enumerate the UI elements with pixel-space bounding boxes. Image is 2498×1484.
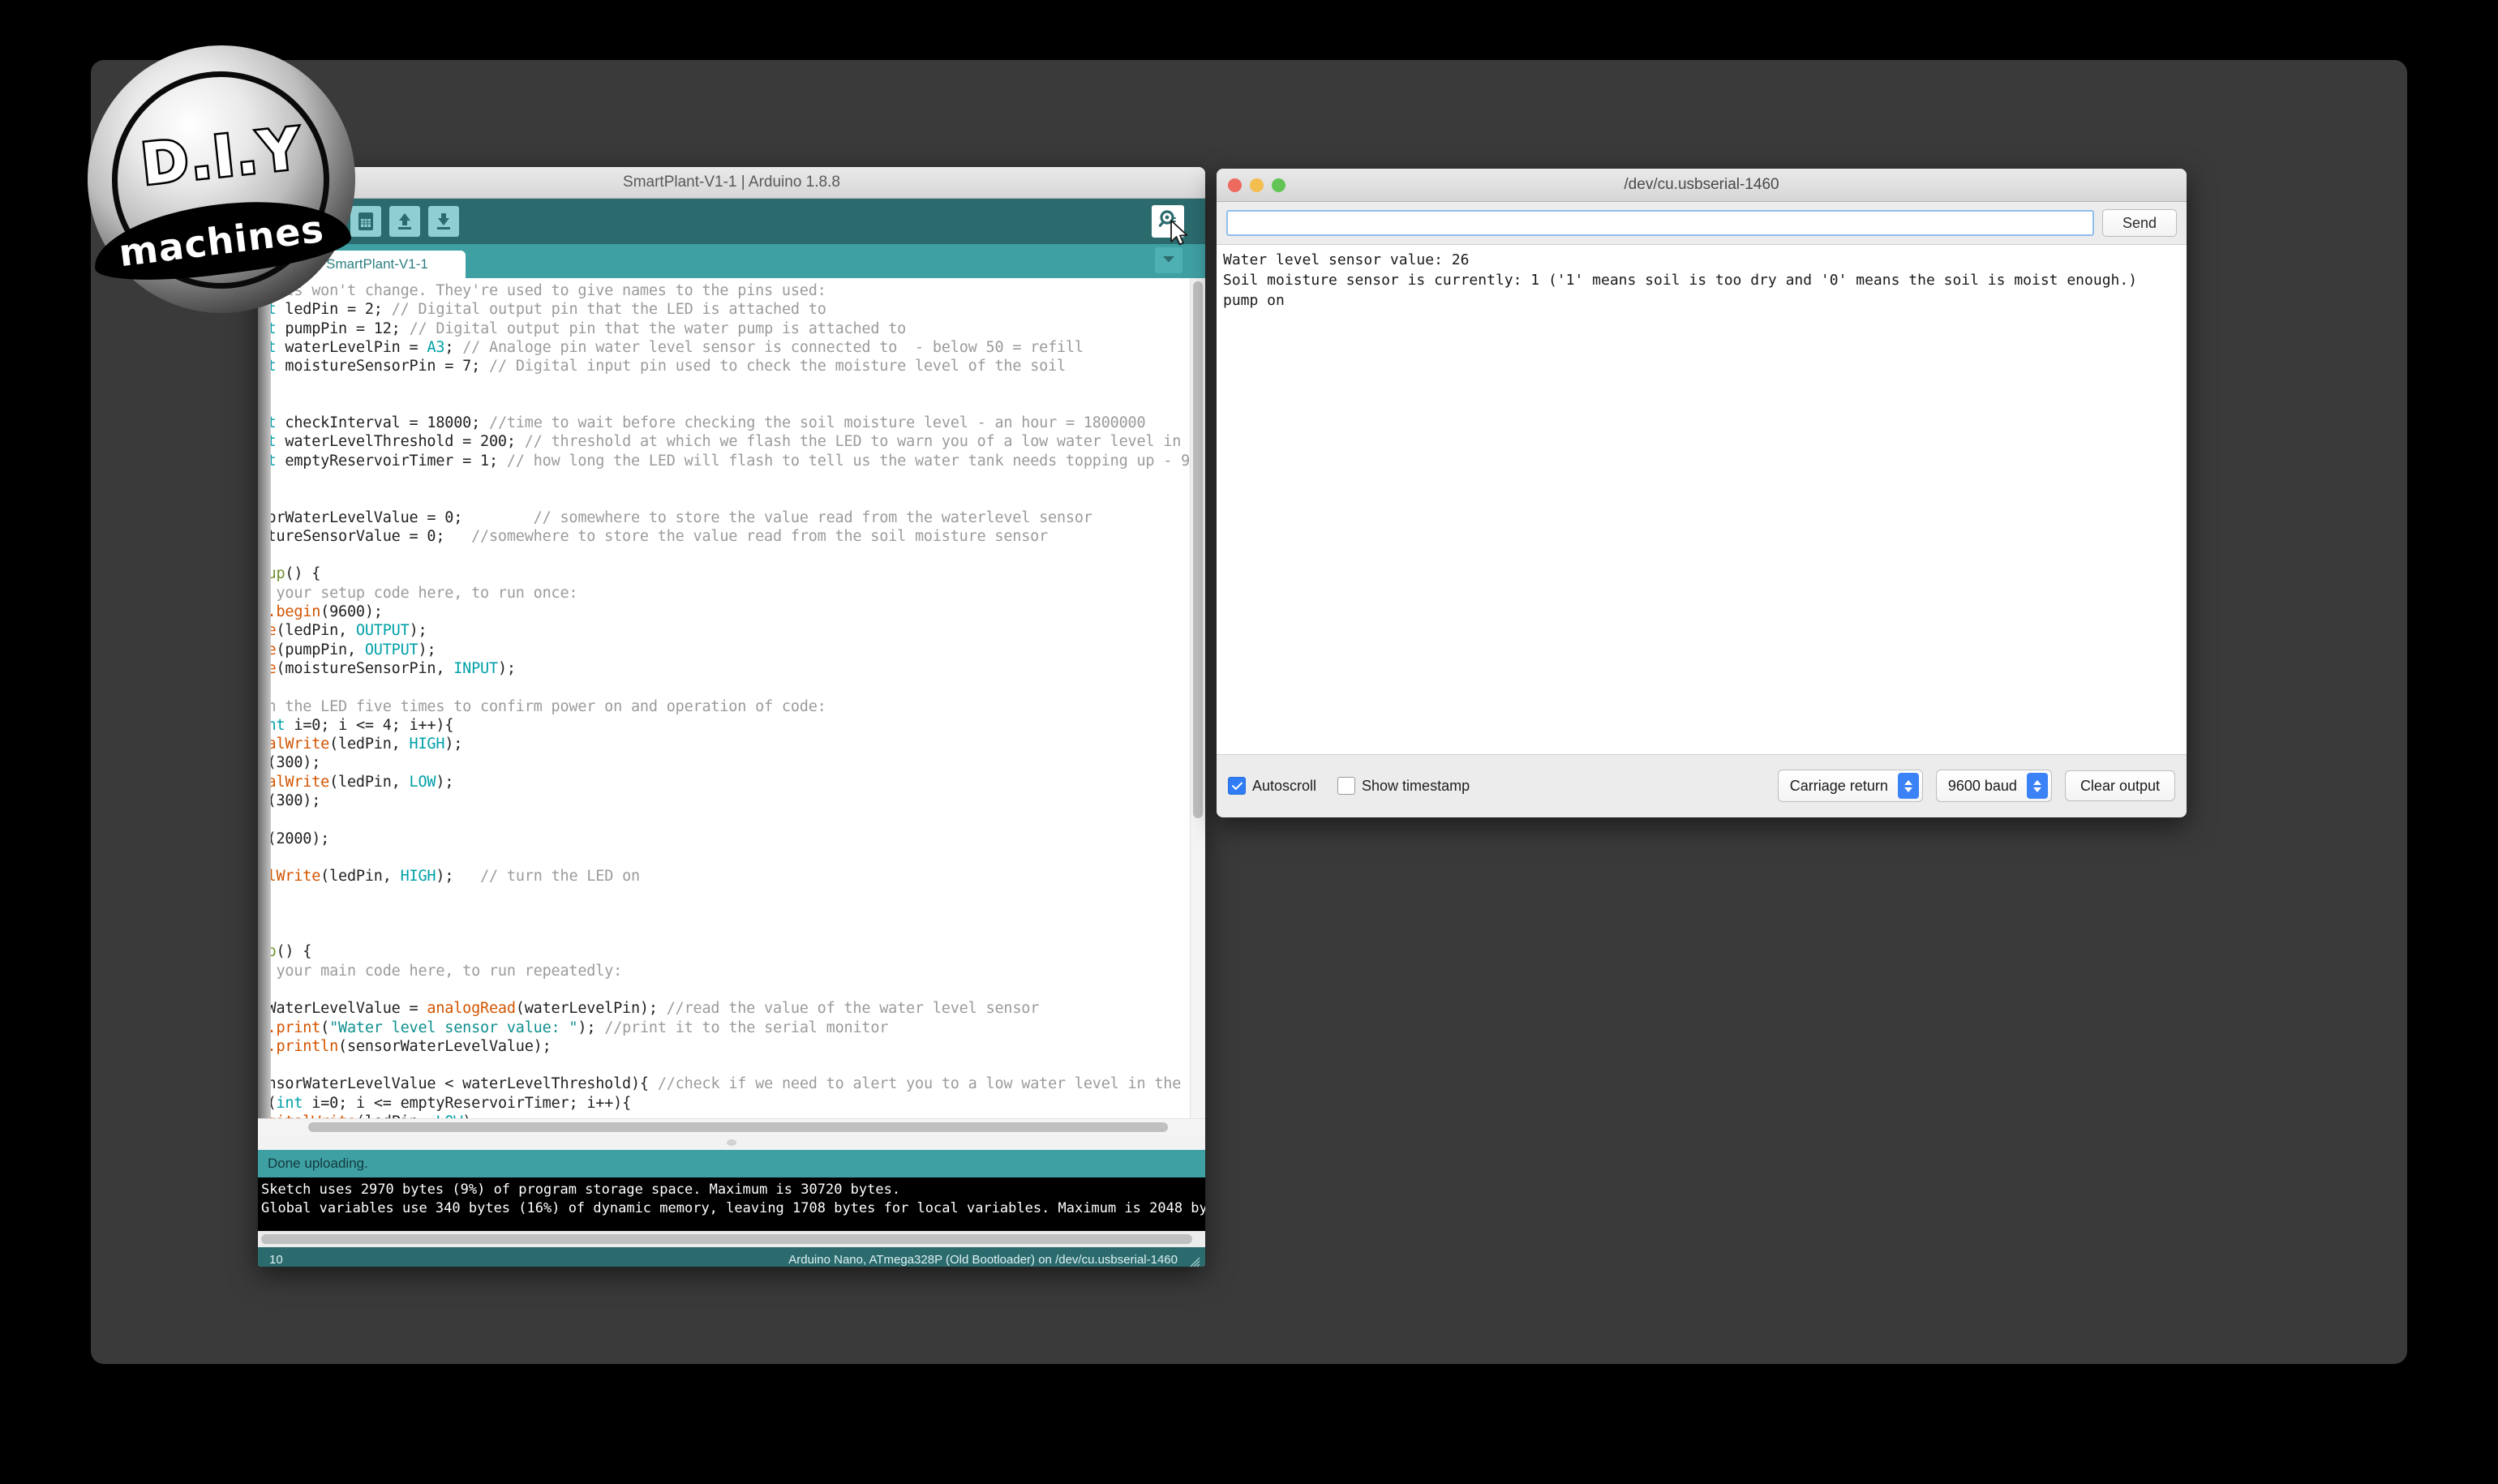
line-ending-value: Carriage return <box>1789 777 1888 794</box>
serial-send-input[interactable] <box>1226 210 2094 236</box>
code-editor[interactable]: // constants won't change. They're used … <box>258 278 1205 1118</box>
editor-vertical-scrollbar[interactable] <box>1190 278 1205 1118</box>
open-folder-up-arrow-icon <box>396 212 414 231</box>
new-file-icon <box>357 212 375 231</box>
clear-output-button[interactable]: Clear output <box>2064 770 2175 801</box>
arduino-status-bar: 10 Arduino Nano, ATmega328P (Old Bootloa… <box>258 1247 1205 1267</box>
editor-console-splitter[interactable] <box>258 1135 1205 1150</box>
send-button[interactable]: Send <box>2102 209 2177 237</box>
open-file-button[interactable] <box>389 206 420 237</box>
show-timestamp-label: Show timestamp <box>1362 777 1470 794</box>
save-down-arrow-icon <box>435 212 453 231</box>
serial-output-line-2: Soil moisture sensor is currently: 1 ('1… <box>1223 272 2138 289</box>
verify-button[interactable] <box>269 205 302 238</box>
serial-output-area[interactable]: Water level sensor value: 26 Soil moistu… <box>1217 245 2187 754</box>
serial-footer: Autoscroll Show timestamp Carriage retur… <box>1217 754 2187 817</box>
window-resize-grip-icon[interactable] <box>1187 1255 1200 1267</box>
baud-rate-select[interactable]: 9600 baud <box>1935 770 2052 802</box>
autoscroll-checkbox[interactable] <box>1228 777 1246 795</box>
autoscroll-checkbox-row[interactable]: Autoscroll <box>1228 777 1316 795</box>
cursor-line-number: 10 <box>269 1252 283 1267</box>
serial-titlebar[interactable]: /dev/cu.usbserial-1460 <box>1217 169 2187 202</box>
serial-footer-controls: Carriage return 9600 baud Clear output <box>1777 770 2175 802</box>
stepper-updown-icon[interactable] <box>2026 773 2048 799</box>
upload-button[interactable] <box>310 205 342 238</box>
serial-output-line-3: pump on <box>1223 292 1285 309</box>
source-code[interactable]: // constants won't change. They're used … <box>271 281 1205 1118</box>
serial-output-line-1: Water level sensor value: 26 <box>1223 251 1470 268</box>
screen: SmartPlant-V1-1 | Arduino 1.8.8 SmartPla… <box>0 0 2498 1484</box>
splitter-handle-icon <box>727 1139 736 1146</box>
arduino-ide-window: SmartPlant-V1-1 | Arduino 1.8.8 SmartPla… <box>258 167 1205 1267</box>
console-output: Sketch uses 2970 bytes (9%) of program s… <box>258 1177 1205 1231</box>
serial-send-row: Send <box>1217 202 2187 245</box>
editor-horizontal-scroll-thumb[interactable] <box>308 1122 1168 1132</box>
baud-rate-value: 9600 baud <box>1947 777 2017 794</box>
sketch-tab[interactable]: SmartPlant-V1-1 <box>289 251 466 278</box>
board-and-port-info: Arduino Nano, ATmega328P (Old Bootloader… <box>788 1252 1178 1267</box>
autoscroll-label: Autoscroll <box>1252 777 1317 794</box>
show-timestamp-checkbox[interactable] <box>1337 777 1356 795</box>
arduino-titlebar[interactable]: SmartPlant-V1-1 | Arduino 1.8.8 <box>258 167 1205 199</box>
save-file-button[interactable] <box>428 206 459 237</box>
console-line-2: Global variables use 340 bytes (16%) of … <box>261 1200 1205 1216</box>
sketch-tab-label: SmartPlant-V1-1 <box>326 256 428 272</box>
stepper-updown-icon[interactable] <box>1897 773 1919 799</box>
arduino-window-title: SmartPlant-V1-1 | Arduino 1.8.8 <box>623 174 840 191</box>
status-strip: Done uploading. <box>258 1150 1205 1177</box>
show-timestamp-checkbox-row[interactable]: Show timestamp <box>1337 777 1470 795</box>
editor-vertical-scroll-thumb[interactable] <box>1193 281 1203 818</box>
console-line-1: Sketch uses 2970 bytes (9%) of program s… <box>261 1182 901 1198</box>
arduino-tab-bar: SmartPlant-V1-1 <box>258 244 1205 278</box>
status-message: Done uploading. <box>268 1156 368 1171</box>
console-scroll-thumb[interactable] <box>261 1234 1192 1244</box>
console-horizontal-scrollbar[interactable] <box>258 1231 1205 1247</box>
line-ending-select[interactable]: Carriage return <box>1777 770 1923 802</box>
serial-window-title: /dev/cu.usbserial-1460 <box>1624 176 1779 193</box>
editor-gutter <box>258 278 271 1118</box>
serial-monitor-window: /dev/cu.usbserial-1460 Send Water level … <box>1217 169 2187 817</box>
new-file-button[interactable] <box>350 206 381 237</box>
code-scroll-area[interactable]: // constants won't change. They're used … <box>271 278 1205 1118</box>
chevron-down-icon <box>1162 253 1175 268</box>
editor-horizontal-scrollbar[interactable] <box>258 1118 1205 1135</box>
mouse-cursor-icon <box>1170 220 1191 247</box>
arduino-toolbar <box>258 199 1205 247</box>
tab-menu-button[interactable] <box>1155 247 1182 273</box>
